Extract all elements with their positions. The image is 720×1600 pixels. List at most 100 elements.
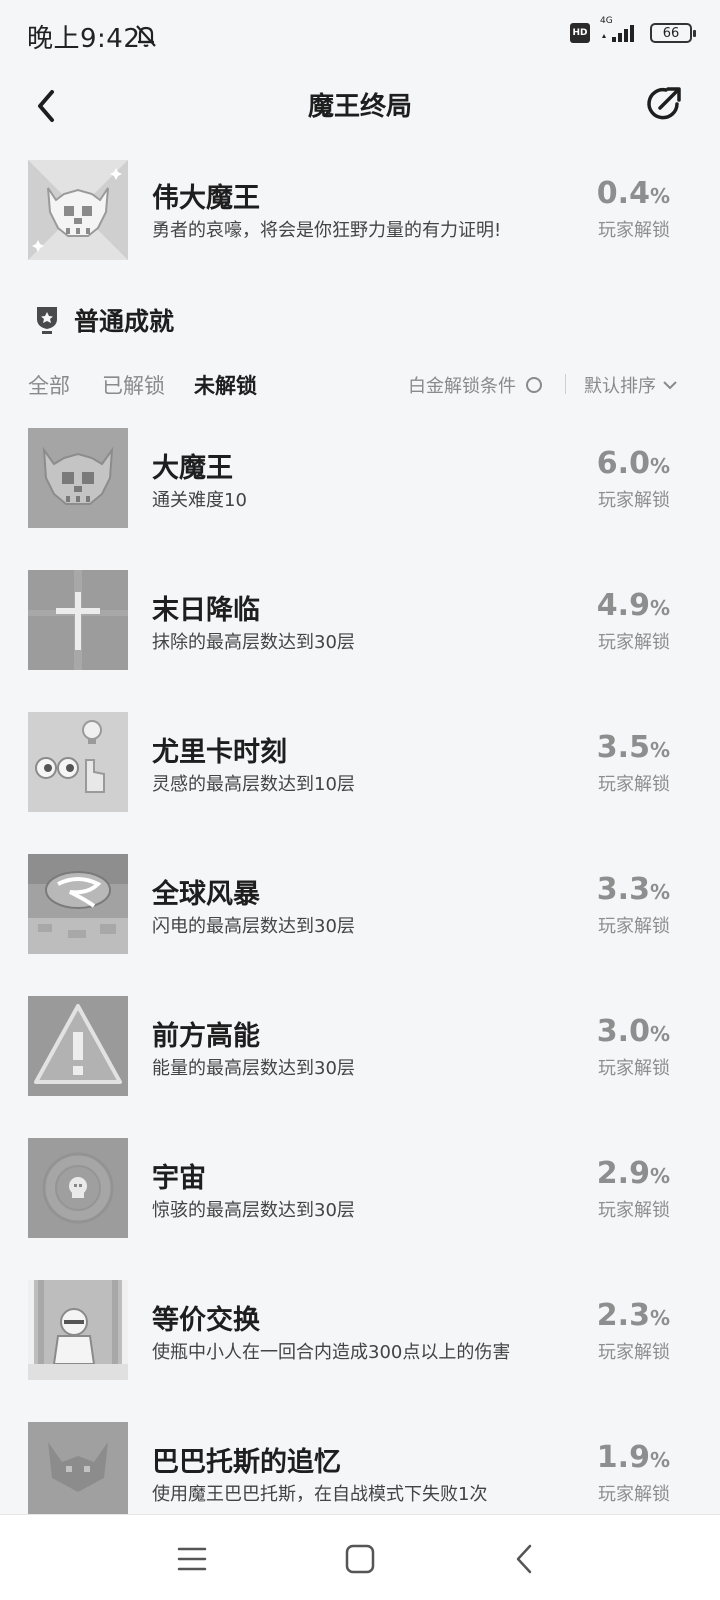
pct-value: 3.0 [596, 1014, 650, 1049]
achievement-sub: 玩家解锁 [598, 490, 670, 511]
skull-horns-icon [28, 428, 128, 528]
page-title: 魔王终局 [307, 92, 412, 122]
pct-unit: % [649, 880, 670, 904]
achievement-sub: 玩家解锁 [598, 1484, 670, 1505]
achievement-sub: 玩家解锁 [598, 1058, 670, 1079]
filter-row: 全部 已解锁 未解锁 白金解锁条件 默认排序 [28, 370, 692, 406]
sort-label: 默认排序 [584, 376, 656, 397]
battery-icon: 66 [650, 23, 696, 43]
status-bar: 晚上9:42 HD 4G 66 [0, 0, 720, 72]
lightbulb-eyes-icon [28, 712, 128, 812]
achievement-title: 等价交换 [152, 1305, 260, 1336]
storm-icon [28, 854, 128, 954]
divider [565, 374, 566, 394]
featured-pct: 0.4% [597, 176, 670, 211]
pct-value: 3.5 [596, 730, 650, 765]
section-title: 普通成就 [74, 307, 175, 336]
nav-home-button[interactable] [342, 1541, 378, 1577]
featured-pct-unit: % [649, 184, 670, 208]
menu-icon [177, 1547, 207, 1571]
achievement-desc: 使用魔王巴巴托斯，在自战模式下失败1次 [152, 1484, 488, 1505]
sort-dropdown[interactable]: 默认排序 [584, 372, 678, 398]
pct-value: 3.3 [596, 872, 650, 907]
achievement-desc: 抹除的最高层数达到30层 [152, 632, 355, 653]
achievement-row[interactable]: 前方高能 能量的最高层数达到30层 3.0% 玩家解锁 [28, 996, 692, 1096]
nav-menu-button[interactable] [174, 1541, 210, 1577]
achievement-pct: 6.0% [597, 446, 670, 481]
achievement-sub: 玩家解锁 [598, 1200, 670, 1221]
pct-unit: % [649, 1448, 670, 1472]
achievement-title: 宇宙 [152, 1163, 206, 1194]
achievement-row[interactable]: 巴巴托斯的追忆 使用魔王巴巴托斯，在自战模式下失败1次 1.9% 玩家解锁 [28, 1422, 692, 1522]
pct-unit: % [649, 1306, 670, 1330]
section-header: 普通成就 [34, 300, 174, 340]
hd-badge: HD [570, 23, 590, 43]
achievement-pct: 2.9% [597, 1156, 670, 1191]
great-demon-king-icon [28, 160, 128, 260]
pct-value: 1.9 [596, 1440, 650, 1475]
warning-icon [28, 996, 128, 1096]
platinum-label: 白金解锁条件 [408, 376, 516, 397]
bottle-figure-icon [28, 1280, 128, 1380]
chevron-down-icon [663, 381, 677, 390]
system-nav-bar [0, 1514, 720, 1600]
achievement-row[interactable]: 宇宙 惊骇的最高层数达到30层 2.9% 玩家解锁 [28, 1138, 692, 1238]
achievement-desc: 使瓶中小人在一回合内造成300点以上的伤害 [152, 1342, 511, 1363]
platinum-condition-toggle[interactable]: 白金解锁条件 [408, 372, 542, 398]
home-icon [345, 1544, 375, 1574]
achievement-pct: 3.0% [597, 1014, 670, 1049]
achievement-row[interactable]: 大魔王 通关难度10 6.0% 玩家解锁 [28, 428, 692, 528]
achievement-row[interactable]: 末日降临 抹除的最高层数达到30层 4.9% 玩家解锁 [28, 570, 692, 670]
achievement-sub: 玩家解锁 [598, 916, 670, 937]
achievement-title: 巴巴托斯的追忆 [152, 1447, 341, 1478]
achievement-title: 全球风暴 [152, 879, 260, 910]
achievement-title: 大魔王 [152, 453, 233, 484]
nav-back-button[interactable] [508, 1541, 544, 1577]
header: 魔王终局 [0, 72, 720, 138]
mute-icon [132, 22, 160, 54]
tab-unlocked[interactable]: 已解锁 [102, 370, 165, 400]
achievement-row[interactable]: 等价交换 使瓶中小人在一回合内造成300点以上的伤害 2.3% 玩家解锁 [28, 1280, 692, 1380]
achievement-row[interactable]: 尤里卡时刻 灵感的最高层数达到10层 3.5% 玩家解锁 [28, 712, 692, 812]
achievement-pct: 4.9% [597, 588, 670, 623]
achievement-title: 末日降临 [152, 595, 260, 626]
achievement-title: 前方高能 [152, 1021, 260, 1052]
radio-icon [526, 377, 542, 393]
cosmos-skull-icon [28, 1138, 128, 1238]
pct-unit: % [649, 454, 670, 478]
share-button[interactable] [644, 84, 684, 124]
achievement-pct: 3.5% [597, 730, 670, 765]
trophy-icon [37, 307, 57, 334]
featured-pct-value: 0.4 [596, 176, 650, 211]
achievement-desc: 能量的最高层数达到30层 [152, 1058, 355, 1079]
achievement-desc: 通关难度10 [152, 490, 247, 511]
tab-all[interactable]: 全部 [28, 370, 70, 400]
cross-icon [28, 570, 128, 670]
achievement-sub: 玩家解锁 [598, 632, 670, 653]
pct-value: 6.0 [596, 446, 650, 481]
pct-value: 2.9 [596, 1156, 650, 1191]
achievement-sub: 玩家解锁 [598, 1342, 670, 1363]
achievement-desc: 灵感的最高层数达到10层 [152, 774, 355, 795]
achievement-pct: 1.9% [597, 1440, 670, 1475]
achievement-pct: 2.3% [597, 1298, 670, 1333]
achievement-pct: 3.3% [597, 872, 670, 907]
featured-desc: 勇者的哀嚎，将会是你狂野力量的有力证明! [152, 220, 502, 241]
tab-locked[interactable]: 未解锁 [194, 370, 257, 400]
achievement-title: 尤里卡时刻 [152, 737, 287, 768]
pct-unit: % [649, 596, 670, 620]
back-icon [516, 1544, 532, 1574]
pct-unit: % [649, 738, 670, 762]
signal-icon: 4G [600, 16, 640, 44]
achievement-desc: 闪电的最高层数达到30层 [152, 916, 355, 937]
achievement-desc: 惊骇的最高层数达到30层 [152, 1200, 355, 1221]
pct-value: 4.9 [596, 588, 650, 623]
pct-unit: % [649, 1164, 670, 1188]
achievement-sub: 玩家解锁 [598, 774, 670, 795]
achievement-row[interactable]: 全球风暴 闪电的最高层数达到30层 3.3% 玩家解锁 [28, 854, 692, 954]
demon-icon [28, 1422, 128, 1522]
featured-achievement[interactable]: 伟大魔王 勇者的哀嚎，将会是你狂野力量的有力证明! 0.4% 玩家解锁 [28, 160, 692, 260]
status-time: 晚上9:42 [27, 24, 141, 54]
pct-unit: % [649, 1022, 670, 1046]
pct-value: 2.3 [596, 1298, 650, 1333]
